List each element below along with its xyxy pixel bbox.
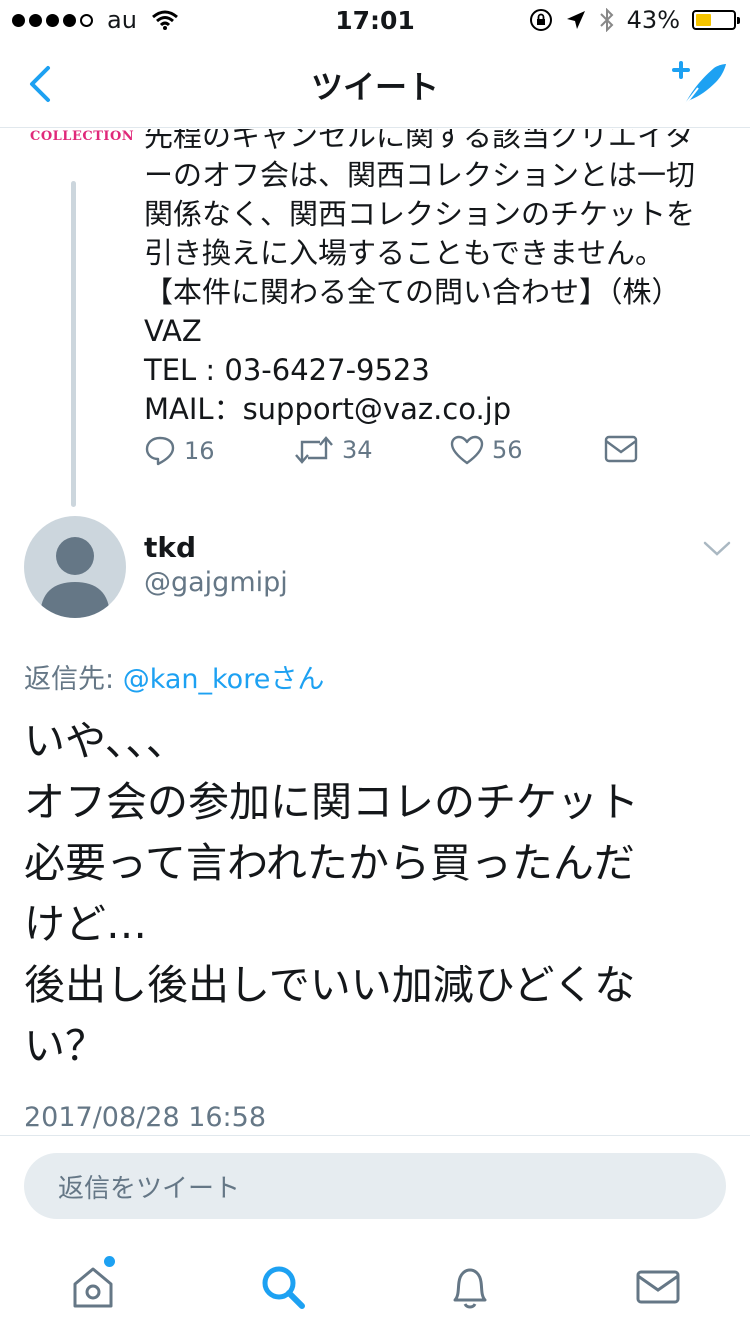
previous-tweet-actions: 16 34 56 bbox=[144, 435, 644, 475]
navigation-bar: ツイート bbox=[0, 40, 750, 128]
tab-bar bbox=[0, 1236, 750, 1334]
bluetooth-icon bbox=[599, 8, 614, 32]
reply-to-prefix: 返信先: bbox=[24, 664, 123, 695]
tweet-line: オフ会の参加に関コレのチケット bbox=[24, 778, 639, 826]
prev-line: 先程のキャンセルに関する該当クリエイタ bbox=[144, 129, 694, 153]
reply-to-mention[interactable]: @kan_koreさん bbox=[123, 664, 325, 695]
notifications-icon[interactable] bbox=[445, 1262, 495, 1312]
user-display-name[interactable]: tkd bbox=[144, 531, 196, 564]
tweet-line: いや、、、 bbox=[24, 717, 187, 765]
like-action[interactable]: 56 bbox=[450, 435, 523, 465]
like-count: 56 bbox=[492, 436, 523, 464]
default-avatar-icon bbox=[40, 537, 110, 618]
user-handle[interactable]: @gajgmipj bbox=[144, 567, 288, 598]
chevron-down-icon[interactable] bbox=[702, 537, 732, 559]
orientation-lock-icon bbox=[529, 9, 552, 31]
heart-icon bbox=[450, 435, 484, 465]
tweet-line: い？ bbox=[24, 1022, 106, 1070]
prev-line[interactable]: MAIL：support@vaz.co.jp bbox=[144, 390, 734, 429]
prev-line: TEL : 03-6427-9523 bbox=[144, 353, 430, 387]
page-title: ツイート bbox=[310, 68, 439, 106]
prev-line: VAZ bbox=[144, 314, 202, 348]
home-notification-dot bbox=[104, 1256, 115, 1267]
retweet-icon bbox=[295, 436, 333, 464]
prev-line: 関係なく、関西コレクションのチケットを bbox=[144, 197, 696, 231]
reply-input[interactable]: 返信をツイート bbox=[24, 1153, 726, 1219]
prev-line: ーのオフ会は、関西コレクションとは一切 bbox=[144, 158, 696, 192]
battery-icon bbox=[692, 10, 740, 30]
home-icon[interactable] bbox=[68, 1262, 118, 1312]
tweet-line: 必要って言われたから買ったんだ bbox=[24, 839, 635, 887]
status-right: 43% bbox=[529, 6, 740, 34]
retweet-action[interactable]: 34 bbox=[294, 435, 373, 465]
reply-to-line: 返信先: @kan_koreさん bbox=[24, 657, 324, 696]
status-bar: au 17:01 43% bbox=[0, 0, 750, 40]
tweet-line: 後出し後出しでいい加減ひどくな bbox=[24, 961, 636, 1009]
thread-connector-line bbox=[71, 181, 76, 507]
previous-tweet-logo: COLLECTION bbox=[30, 129, 135, 144]
location-icon bbox=[566, 11, 585, 29]
reply-action[interactable]: 16 bbox=[144, 435, 215, 467]
tweet-line: けど… bbox=[24, 900, 147, 948]
direct-message-action[interactable] bbox=[604, 435, 638, 463]
messages-icon[interactable] bbox=[633, 1262, 683, 1312]
reply-bar: 返信をツイート bbox=[0, 1135, 750, 1235]
tweet-body: いや、、、 オフ会の参加に関コレのチケット 必要って言われたから買ったんだ けど… bbox=[24, 711, 724, 1077]
reply-icon bbox=[145, 436, 175, 466]
compose-tweet-icon[interactable] bbox=[670, 58, 730, 110]
prev-line: 【本件に関わる全ての問い合わせ】（株） bbox=[144, 275, 681, 309]
battery-percent: 43% bbox=[626, 6, 680, 34]
tweet-timestamp: 2017/08/28 16:58 bbox=[24, 1102, 267, 1133]
reply-input-placeholder: 返信をツイート bbox=[58, 1173, 241, 1204]
tweet-detail-content[interactable]: COLLECTION 先程のキャンセルに関する該当クリエイタ ーのオフ会は、関西… bbox=[0, 129, 750, 1135]
search-icon[interactable] bbox=[258, 1262, 308, 1312]
retweet-count: 34 bbox=[342, 436, 373, 464]
reply-count: 16 bbox=[184, 437, 215, 465]
user-avatar[interactable] bbox=[24, 516, 126, 618]
battery-fill bbox=[696, 14, 712, 26]
previous-tweet-text: 先程のキャンセルに関する該当クリエイタ ーのオフ会は、関西コレクションとは一切 … bbox=[144, 129, 734, 429]
prev-line: 引き換えに入場することもできません。 bbox=[144, 236, 664, 270]
envelope-icon bbox=[604, 435, 638, 463]
